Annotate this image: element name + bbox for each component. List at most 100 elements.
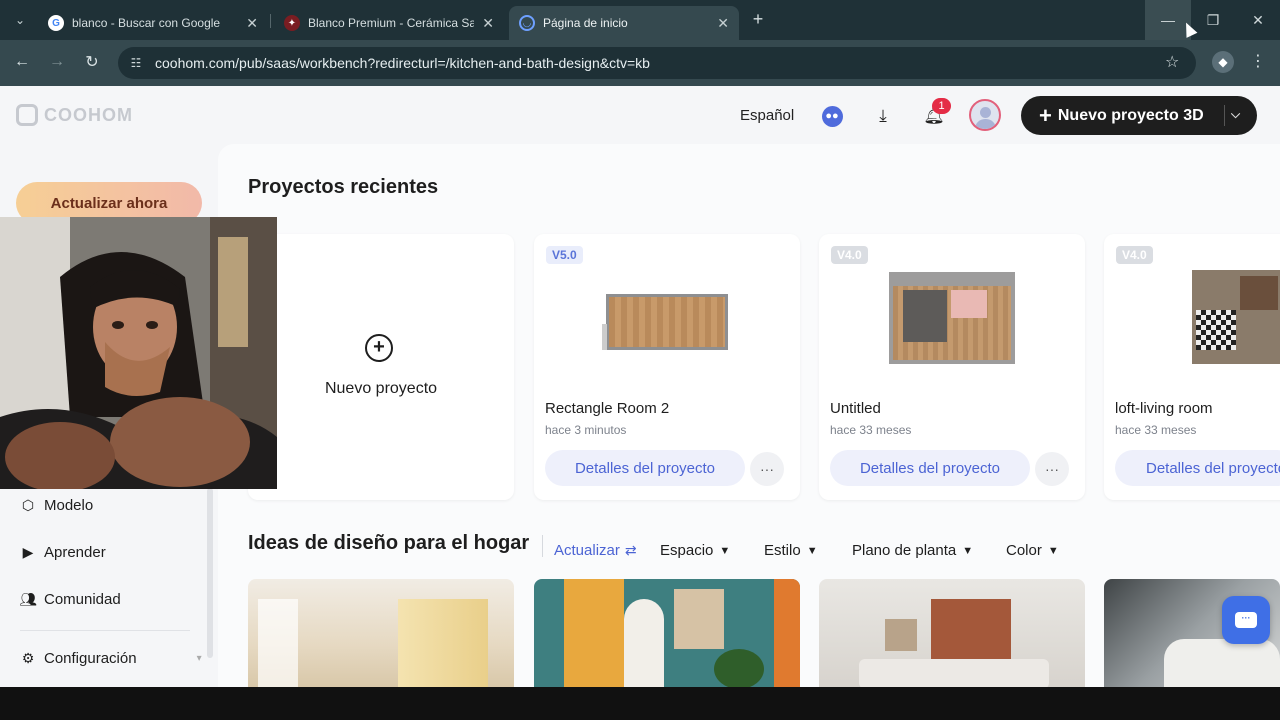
orange-wall <box>774 579 800 687</box>
webcam-overlay <box>0 217 277 489</box>
chevron-down-icon[interactable]: ▾ <box>197 653 202 664</box>
caret-down-icon: ▼ <box>719 544 731 557</box>
wall-art <box>674 589 724 649</box>
coohom-logo[interactable]: COOHOM <box>16 104 133 126</box>
tab-pagina-de-inicio[interactable]: ◡ Página de inicio ✕ <box>509 6 739 40</box>
version-badge: V4.0 <box>1116 246 1153 264</box>
coohom-logo-icon <box>16 104 38 126</box>
notification-badge: 1 <box>932 98 951 114</box>
filter-label: Color <box>1006 542 1042 559</box>
idea-image-card[interactable] <box>534 579 800 687</box>
sidebar-scrollbar[interactable] <box>207 488 213 658</box>
browser-menu-icon[interactable]: ⋮ <box>1250 51 1266 71</box>
team-button[interactable]: ●● <box>820 104 844 128</box>
refresh-button[interactable]: Actualizar ⇄ <box>554 542 637 559</box>
webcam-person-image <box>0 217 277 489</box>
recent-projects-title: Proyectos recientes <box>248 176 439 198</box>
kitchen-block <box>903 290 947 342</box>
project-modified: hace 3 minutos <box>545 423 627 437</box>
avatar-body <box>975 119 996 129</box>
google-icon: G <box>48 15 64 31</box>
project-card[interactable]: V4.0 loft-living room hace 33 meses Deta… <box>1104 234 1280 500</box>
reload-icon[interactable]: ↻ <box>80 50 104 74</box>
tab-title: Página de inicio <box>543 16 628 30</box>
filter-label: Plano de planta <box>852 542 957 559</box>
filter-espacio[interactable]: Espacio ▼ <box>660 542 730 559</box>
button-divider <box>1224 105 1225 126</box>
sofa <box>859 659 1049 687</box>
project-card[interactable]: V5.0 Rectangle Room 2 hace 3 minutos Det… <box>534 234 800 500</box>
cube-icon: ⬡ <box>21 497 35 513</box>
new-project-label: Nuevo proyecto <box>324 380 438 397</box>
idea-image-card[interactable] <box>248 579 514 687</box>
project-thumbnail <box>1192 270 1280 364</box>
sidebar-item-comunidad[interactable]: 👥︎ Comunidad <box>19 591 121 608</box>
refresh-label: Actualizar <box>554 542 620 559</box>
close-tab-icon[interactable]: ✕ <box>482 15 494 32</box>
project-thumbnail <box>889 272 1015 364</box>
browser-profile-icon[interactable]: ◆ <box>1212 51 1234 73</box>
project-modified: hace 33 meses <box>1115 423 1197 437</box>
filter-label: Estilo <box>764 542 801 559</box>
plus-icon: + <box>1039 102 1052 128</box>
project-details-button[interactable]: Detalles del proyecto <box>545 450 745 486</box>
sidebar-item-configuracion[interactable]: ⚙ Configuración ▾ <box>20 650 202 667</box>
project-name: Untitled <box>830 400 881 417</box>
url-text[interactable]: coohom.com/pub/saas/workbench?redirectur… <box>155 55 650 71</box>
new-project-card[interactable]: + Nuevo proyecto <box>248 234 514 500</box>
caret-down-icon: ▼ <box>1047 544 1059 557</box>
logo-text: COOHOM <box>44 104 133 125</box>
project-thumbnail <box>606 294 728 350</box>
bottom-band <box>0 687 1280 720</box>
floor-texture <box>609 297 725 347</box>
user-avatar[interactable] <box>969 99 1001 131</box>
chevron-down-icon[interactable]: ⌵ <box>1231 107 1240 122</box>
language-selector[interactable]: Español <box>740 107 794 124</box>
wall-art <box>885 619 917 651</box>
restore-icon[interactable]: ❐ <box>1190 0 1236 40</box>
new-tab-icon[interactable]: + <box>748 9 768 29</box>
forward-icon[interactable]: → <box>45 50 69 74</box>
project-details-button[interactable]: Detalles del proyecto <box>1115 450 1280 486</box>
furniture-block <box>1240 276 1278 310</box>
chat-support-button[interactable]: ··· <box>1222 596 1270 644</box>
project-modified: hace 33 meses <box>830 423 912 437</box>
sidebar-item-label: Comunidad <box>44 591 121 608</box>
project-details-button[interactable]: Detalles del proyecto <box>830 450 1030 486</box>
project-name: Rectangle Room 2 <box>545 400 670 417</box>
back-icon[interactable]: ← <box>10 50 34 74</box>
browser-tab-bar: ⌄ G blanco - Buscar con Google ✕ ✦ Blanc… <box>0 0 1280 40</box>
site-settings-icon[interactable]: ☷ <box>128 55 144 71</box>
checkered-floor <box>1196 310 1236 350</box>
sidebar-item-modelo[interactable]: ⬡ Modelo <box>20 497 93 514</box>
team-icon: ●● <box>821 105 843 127</box>
sidebar-item-label: Configuración <box>44 650 137 667</box>
sidebar-item-aprender[interactable]: ▶ Aprender <box>20 544 106 561</box>
caret-down-icon: ▼ <box>806 544 818 557</box>
more-options-icon[interactable]: ··· <box>1035 452 1069 486</box>
filter-estilo[interactable]: Estilo ▼ <box>764 542 818 559</box>
sofa <box>1164 639 1280 687</box>
filter-label: Espacio <box>660 542 714 559</box>
project-card[interactable]: V4.0 Untitled hace 33 meses Detalles del… <box>819 234 1085 500</box>
ceramica-icon: ✦ <box>284 15 300 31</box>
tab-title: blanco - Buscar con Google <box>72 16 221 30</box>
new-3d-project-label: Nuevo proyecto 3D <box>1057 106 1204 124</box>
filter-color[interactable]: Color ▼ <box>1006 542 1059 559</box>
tab-separator <box>270 14 271 28</box>
shelf <box>258 599 298 687</box>
new-3d-project-button[interactable]: + Nuevo proyecto 3D ⌵ <box>1021 96 1257 135</box>
coohom-icon: ◡ <box>519 15 535 31</box>
tab-ceramica[interactable]: ✦ Blanco Premium - Cerámica San Lo ✕ <box>274 6 504 40</box>
filter-plano-de-planta[interactable]: Plano de planta ▼ <box>852 542 973 559</box>
tab-search-button[interactable]: ⌄ <box>8 8 32 32</box>
people-icon: 👥︎ <box>19 591 37 607</box>
download-icon[interactable]: ⤓ <box>871 104 895 128</box>
close-window-icon[interactable]: ✕ <box>1235 0 1280 40</box>
bookmark-star-icon[interactable]: ☆ <box>1165 52 1179 72</box>
tab-google-search[interactable]: G blanco - Buscar con Google ✕ <box>38 6 268 40</box>
close-tab-icon[interactable]: ✕ <box>717 15 729 32</box>
idea-image-card[interactable] <box>819 579 1085 687</box>
more-options-icon[interactable]: ··· <box>750 452 784 486</box>
close-tab-icon[interactable]: ✕ <box>246 15 258 32</box>
